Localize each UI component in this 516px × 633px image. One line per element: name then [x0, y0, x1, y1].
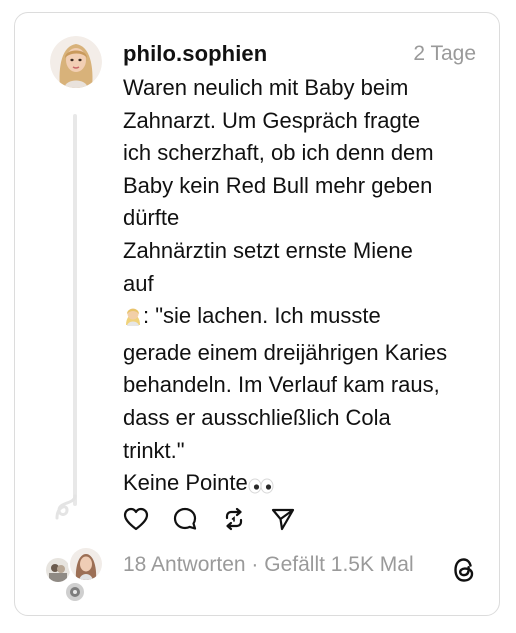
- quote-line: trinkt.": [123, 437, 185, 463]
- quote-line-text: : "sie lachen. Ich musste: [143, 303, 381, 329]
- quote-line: dass er ausschließlich Cola: [123, 404, 391, 430]
- repost-icon[interactable]: [220, 505, 248, 533]
- post-line: Baby kein Red Bull mehr geben: [123, 172, 433, 198]
- post-body: Waren neulich mit Baby beim Zahnarzt. Um…: [123, 72, 483, 504]
- avatar: [64, 581, 86, 603]
- dentist-emoji-icon: [123, 304, 143, 337]
- quote-line: : "sie lachen. Ich musste: [123, 300, 483, 337]
- quote-line: gerade einem dreijährigen Karies: [123, 339, 448, 365]
- post-stats[interactable]: 18 Antworten · Gefällt 1.5K Mal: [123, 553, 414, 577]
- send-icon[interactable]: [269, 505, 297, 533]
- post-line: Zahnarzt. Um Gespräch fragte: [123, 107, 421, 133]
- author-avatar[interactable]: [50, 36, 102, 88]
- threads-logo-icon[interactable]: [451, 556, 477, 584]
- post-timestamp[interactable]: 2 Tage: [413, 42, 476, 66]
- post-line: Waren neulich mit Baby beim: [123, 75, 409, 100]
- replier-avatars[interactable]: [44, 546, 106, 603]
- thread-connector-line: [73, 114, 77, 506]
- quote-line: behandeln. Im Verlauf kam raus,: [123, 372, 440, 398]
- post-line: auf: [123, 270, 154, 296]
- last-line-text: Keine Pointe: [123, 470, 248, 496]
- avatar: [68, 546, 104, 582]
- author-username[interactable]: philo.sophien: [123, 41, 267, 67]
- thread-curl-icon: [55, 494, 77, 520]
- post-line: ich scherzhaft, ob ich denn dem: [123, 140, 434, 166]
- heart-icon[interactable]: [122, 505, 150, 533]
- post-line: dürfte: [123, 205, 180, 231]
- eyes-emoji-icon: [248, 471, 274, 504]
- post-last-line: Keine Pointe: [123, 467, 483, 504]
- comment-icon[interactable]: [171, 505, 199, 533]
- post-line: Zahnärztin setzt ernste Miene: [123, 237, 413, 263]
